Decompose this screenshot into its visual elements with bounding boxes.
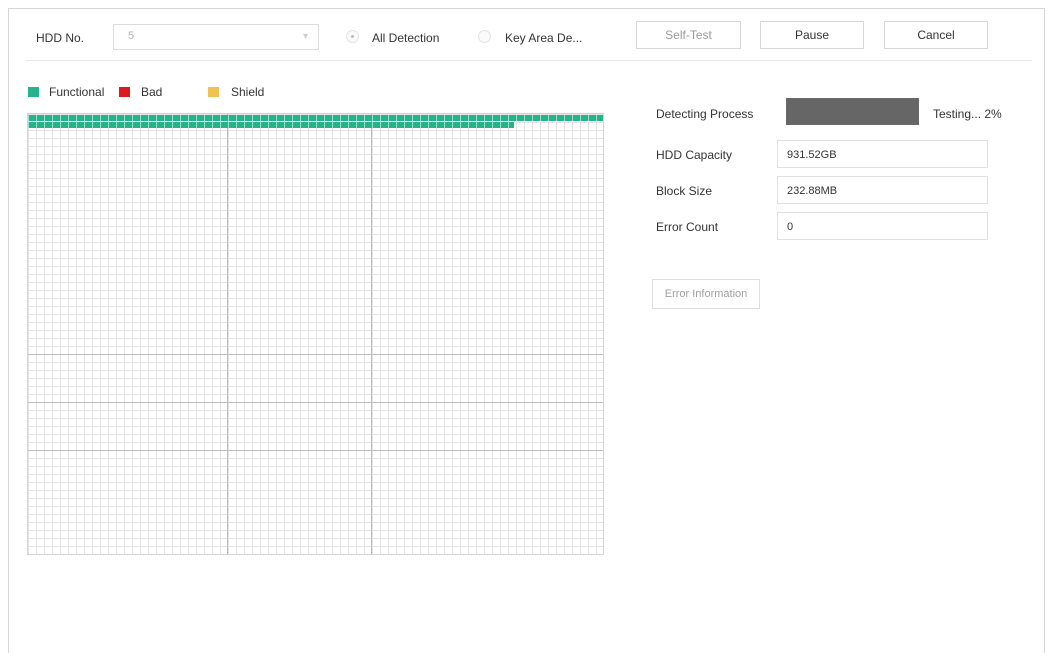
shield-legend-label: Shield — [231, 85, 265, 99]
block-map-divider — [28, 450, 603, 451]
detecting-process-label: Detecting Process — [656, 107, 754, 121]
functional-legend-swatch — [28, 87, 39, 97]
hdd-capacity-field: 931.52GB — [777, 140, 988, 168]
block-map-divider — [371, 114, 372, 554]
error-information-button[interactable]: Error Information — [652, 279, 760, 309]
block-map-divider — [28, 354, 603, 355]
error-count-field: 0 — [777, 212, 988, 240]
all-detection-radio[interactable] — [346, 30, 359, 43]
shield-legend-swatch — [208, 87, 219, 97]
functional-block-row — [28, 115, 603, 121]
detecting-progress-fill — [787, 99, 918, 124]
functional-legend-label: Functional — [49, 85, 105, 99]
hdd-capacity-value: 931.52GB — [787, 149, 837, 161]
self-test-button[interactable]: Self-Test — [636, 21, 741, 49]
hdd-capacity-label: HDD Capacity — [656, 148, 733, 162]
block-size-value: 232.88MB — [787, 185, 838, 197]
all-detection-label: All Detection — [372, 31, 440, 45]
hdd-no-value: 5 — [128, 30, 135, 42]
hdd-no-label: HDD No. — [36, 31, 85, 45]
hdd-no-select[interactable]: 5 ▾ — [113, 24, 319, 50]
error-count-label: Error Count — [656, 220, 719, 234]
block-size-label: Block Size — [656, 184, 713, 198]
toolbar-divider — [26, 60, 1032, 61]
disk-block-map — [27, 113, 604, 555]
detecting-progress-bar — [786, 98, 919, 125]
block-map-divider — [28, 402, 603, 403]
error-count-value: 0 — [787, 221, 794, 233]
cancel-button[interactable]: Cancel — [884, 21, 988, 49]
testing-status-text: Testing... 2% — [933, 107, 1002, 121]
key-area-detection-label: Key Area De... — [505, 31, 583, 45]
bad-legend-swatch — [119, 87, 130, 97]
chevron-down-icon: ▾ — [302, 31, 308, 42]
pause-button[interactable]: Pause — [760, 21, 864, 49]
bad-legend-label: Bad — [141, 85, 163, 99]
block-map-divider — [227, 114, 228, 554]
key-area-detection-radio[interactable] — [478, 30, 491, 43]
functional-block-row — [28, 122, 514, 128]
block-size-field: 232.88MB — [777, 176, 988, 204]
